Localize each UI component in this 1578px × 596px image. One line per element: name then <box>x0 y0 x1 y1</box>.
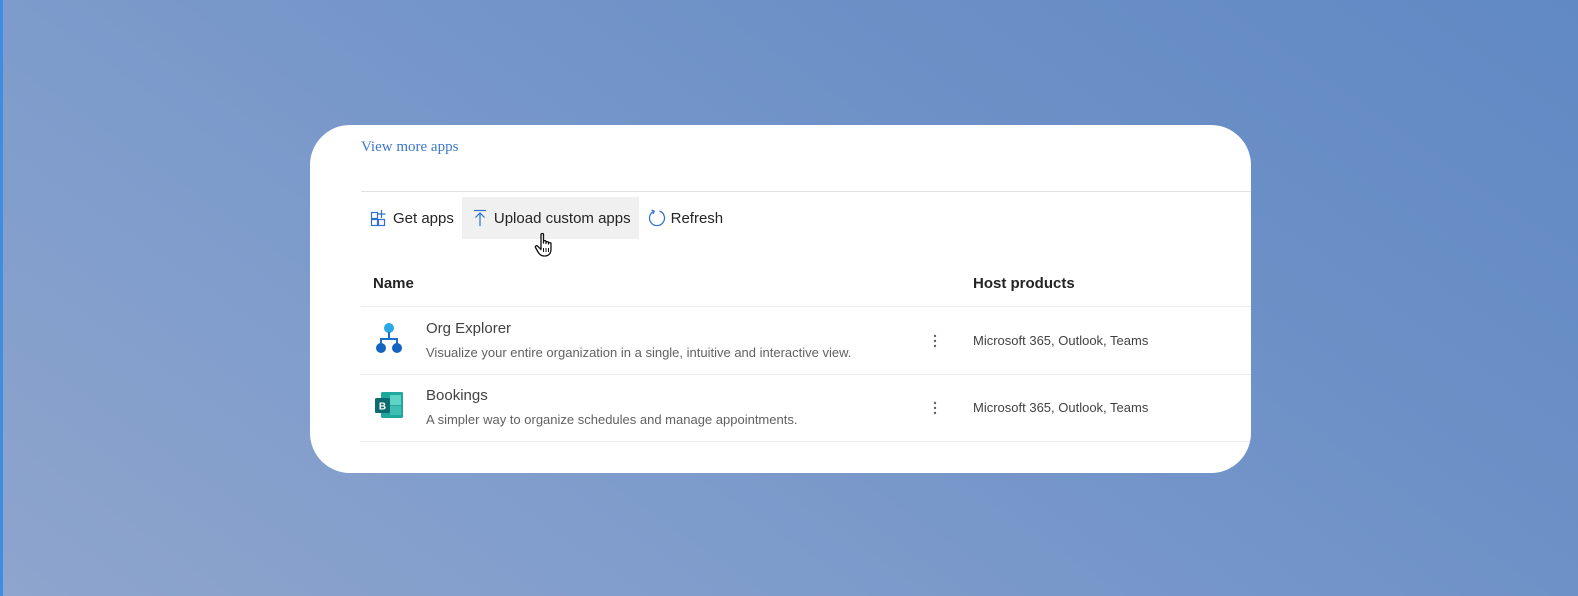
host-products-value: Microsoft 365, Outlook, Teams <box>973 333 1149 348</box>
refresh-button[interactable]: Refresh <box>639 197 732 239</box>
window-edge <box>0 0 3 596</box>
org-explorer-icon <box>376 323 402 353</box>
get-apps-button[interactable]: Get apps <box>361 197 462 239</box>
app-name[interactable]: Bookings <box>426 387 488 404</box>
get-apps-label: Get apps <box>393 209 454 227</box>
bookings-icon: B <box>375 392 403 418</box>
app-name[interactable]: Org Explorer <box>426 320 511 337</box>
more-options-icon[interactable] <box>927 331 943 351</box>
table-row[interactable]: B Bookings A simpler way to organize sch… <box>361 374 1251 442</box>
refresh-icon <box>648 209 665 227</box>
bookings-icon-letter: B <box>379 402 386 413</box>
upload-custom-apps-label: Upload custom apps <box>493 209 631 227</box>
host-products-value: Microsoft 365, Outlook, Teams <box>973 400 1149 415</box>
grid-add-icon <box>370 210 386 227</box>
table-header: Name Host products <box>361 264 1251 307</box>
apps-panel: View more apps Get apps Upload custom ap… <box>310 125 1251 473</box>
hand-pointer-cursor-icon <box>534 232 552 257</box>
more-options-icon[interactable] <box>927 398 943 418</box>
app-description: Visualize your entire organization in a … <box>426 345 852 360</box>
divider <box>361 191 1251 192</box>
column-header-host-products[interactable]: Host products <box>973 275 1075 292</box>
app-description: A simpler way to organize schedules and … <box>426 412 798 427</box>
table-row[interactable]: Org Explorer Visualize your entire organ… <box>361 307 1251 375</box>
column-header-name[interactable]: Name <box>373 275 414 292</box>
view-more-apps-link[interactable]: View more apps <box>361 139 458 156</box>
refresh-label: Refresh <box>670 209 724 227</box>
upload-icon <box>473 209 486 226</box>
